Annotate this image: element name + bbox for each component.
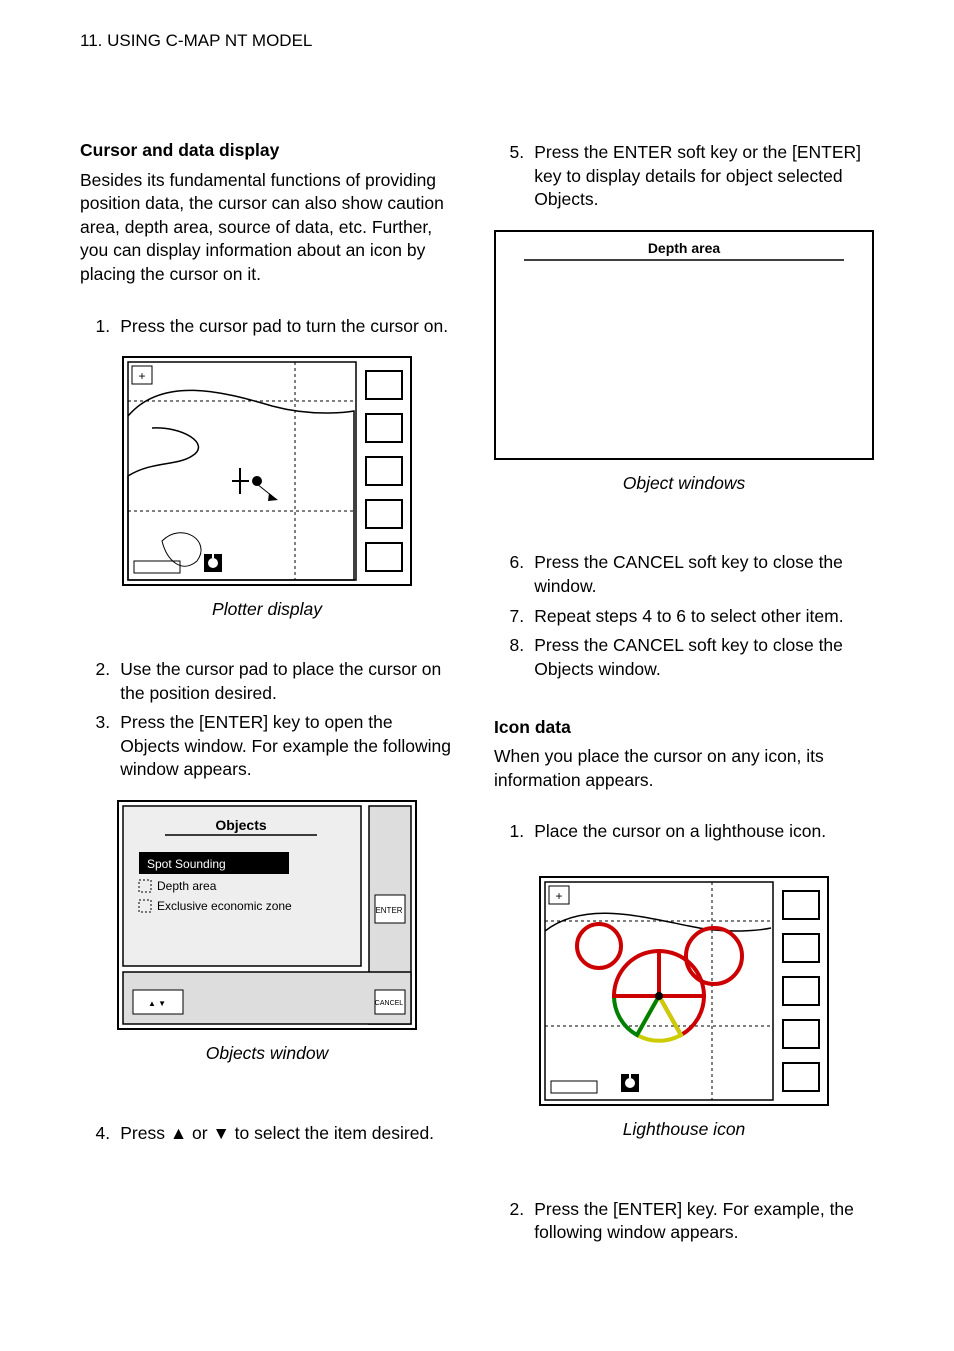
icon-data-heading: Icon data [494,716,874,740]
step-2: Use the cursor pad to place the cursor o… [115,658,454,705]
intro-text: Besides its fundamental functions of pro… [80,169,454,287]
enter-softkey: ENTER [375,906,402,915]
lighthouse-svg: + [539,876,829,1106]
right-column: Press the ENTER soft key or the [ENTER] … [494,133,874,1259]
svg-text:▲ ▼: ▲ ▼ [148,999,166,1008]
step-8: Press the CANCEL soft key to close the O… [529,634,874,681]
step-1: Press the cursor pad to turn the cursor … [115,315,454,339]
figure-detail-box: Depth area [494,230,874,460]
icon-data-intro: When you place the cursor on any icon, i… [494,745,874,792]
figure-objects-window: Objects Spot Sounding Depth area Exclusi… [80,800,454,1030]
chapter-header: 11. USING C-MAP NT MODEL [80,30,874,53]
svg-text:+: + [138,369,145,383]
page: 11. USING C-MAP NT MODEL Cursor and data… [0,0,954,1351]
objects-window-svg: Objects Spot Sounding Depth area Exclusi… [117,800,417,1030]
objects-title: Objects [215,817,267,833]
detail-box-svg: Depth area [494,230,874,460]
cursor-heading: Cursor and data display [80,139,454,163]
step-3: Press the [ENTER] key to open the Object… [115,711,454,782]
objects-item-2: Depth area [157,879,217,893]
step-4: Press ▲ or ▼ to select the item desired. [115,1122,454,1146]
detail-title: Depth area [648,240,721,256]
step-6: Press the CANCEL soft key to close the w… [529,551,874,598]
icon-step-2: Press the [ENTER] key. For example, the … [529,1198,874,1245]
steps-2-3: Use the cursor pad to place the cursor o… [80,658,454,788]
step-7: Repeat steps 4 to 6 to select other item… [529,605,874,629]
two-column-layout: Cursor and data display Besides its fund… [80,133,874,1259]
steps-icon-2: Press the [ENTER] key. For example, the … [494,1198,874,1251]
steps-icon-1: Place the cursor on a lighthouse icon. [494,820,874,850]
steps-5: Press the ENTER soft key or the [ENTER] … [494,141,874,218]
fig-lighthouse-caption: Lighthouse icon [494,1118,874,1142]
figure-lighthouse: + [494,876,874,1106]
plotter-svg: + [122,356,412,586]
svg-text:+: + [555,889,562,903]
left-column: Cursor and data display Besides its fund… [80,133,454,1259]
cancel-softkey: CANCEL [375,1000,404,1007]
objects-item-1: Spot Sounding [147,857,226,871]
steps-1: Press the cursor pad to turn the cursor … [80,315,454,345]
icon-step-1: Place the cursor on a lighthouse icon. [529,820,874,844]
fig-detail-caption: Object windows [494,472,874,496]
step-5: Press the ENTER soft key or the [ENTER] … [529,141,874,212]
objects-item-3: Exclusive economic zone [157,899,292,913]
figure-plotter: + [80,356,454,586]
fig-objects-caption: Objects window [80,1042,454,1066]
fig-plotter-caption: Plotter display [80,598,454,622]
steps-4: Press ▲ or ▼ to select the item desired. [80,1122,454,1152]
steps-6-8: Press the CANCEL soft key to close the w… [494,551,874,687]
